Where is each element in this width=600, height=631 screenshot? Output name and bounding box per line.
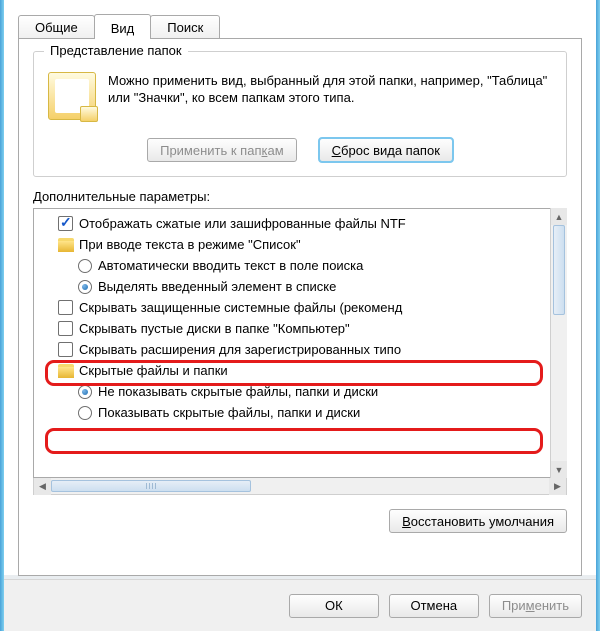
- restore-defaults-button[interactable]: Восстановить умолчания: [389, 509, 567, 533]
- horizontal-scrollbar[interactable]: ◀ ▶: [33, 478, 567, 495]
- apply-to-folders-button: Применить к папкам: [147, 138, 297, 162]
- opt-auto-search[interactable]: Автоматически вводить текст в поле поиск…: [36, 255, 564, 276]
- apply-button: Применить: [489, 594, 582, 618]
- advanced-settings-tree: Отображать сжатые или зашифрованные файл…: [33, 208, 567, 495]
- tab-panel-view: Представление папок Можно применить вид,…: [18, 38, 582, 576]
- radio-icon[interactable]: [78, 406, 92, 420]
- vertical-scrollbar[interactable]: ▲ ▼: [550, 208, 567, 478]
- ok-button[interactable]: ОК: [289, 594, 379, 618]
- folder-group-icon: [58, 364, 74, 378]
- opt-group-hidden[interactable]: Скрытые файлы и папки: [36, 360, 564, 381]
- checkbox-icon[interactable]: [58, 342, 73, 357]
- opt-show-ntfs-colors[interactable]: Отображать сжатые или зашифрованные файл…: [36, 213, 564, 234]
- radio-icon[interactable]: [78, 280, 92, 294]
- folder-views-group: Представление папок Можно применить вид,…: [33, 51, 567, 177]
- radio-icon[interactable]: [78, 259, 92, 273]
- opt-hide-empty-drives[interactable]: Скрывать пустые диски в папке "Компьютер…: [36, 318, 564, 339]
- folder-icon: [48, 72, 96, 120]
- opt-show-hidden[interactable]: Показывать скрытые файлы, папки и диски: [36, 402, 564, 423]
- opt-dont-show-hidden[interactable]: Не показывать скрытые файлы, папки и дис…: [36, 381, 564, 402]
- dialog-button-row: ОК Отмена Применить: [4, 579, 596, 631]
- checkbox-icon[interactable]: [58, 300, 73, 315]
- opt-select-typed[interactable]: Выделять введенный элемент в списке: [36, 276, 564, 297]
- annotation-highlight: [45, 428, 543, 454]
- hscroll-thumb[interactable]: [51, 480, 251, 492]
- reset-folders-button[interactable]: Сброс вида папок: [319, 138, 453, 162]
- scroll-up-icon[interactable]: ▲: [551, 208, 567, 225]
- opt-group-list-typing[interactable]: При вводе текста в режиме "Список": [36, 234, 564, 255]
- tab-search[interactable]: Поиск: [150, 15, 220, 38]
- group-legend: Представление папок: [44, 43, 188, 58]
- opt-hide-extensions[interactable]: Скрывать расширения для зарегистрированн…: [36, 339, 564, 360]
- scroll-left-icon[interactable]: ◀: [34, 478, 51, 495]
- tab-view[interactable]: Вид: [94, 14, 152, 39]
- scroll-right-icon[interactable]: ▶: [549, 478, 566, 495]
- advanced-settings-label: Дополнительные параметры:: [33, 189, 567, 204]
- tab-strip: Общие Вид Поиск: [18, 10, 582, 38]
- scroll-down-icon[interactable]: ▼: [551, 461, 567, 478]
- cancel-button[interactable]: Отмена: [389, 594, 479, 618]
- folder-views-description: Можно применить вид, выбранный для этой …: [108, 72, 552, 120]
- vscroll-thumb[interactable]: [553, 225, 565, 315]
- opt-hide-protected[interactable]: Скрывать защищенные системные файлы (рек…: [36, 297, 564, 318]
- tab-general[interactable]: Общие: [18, 15, 95, 38]
- checkbox-icon[interactable]: [58, 216, 73, 231]
- folder-group-icon: [58, 238, 74, 252]
- checkbox-icon[interactable]: [58, 321, 73, 336]
- radio-icon[interactable]: [78, 385, 92, 399]
